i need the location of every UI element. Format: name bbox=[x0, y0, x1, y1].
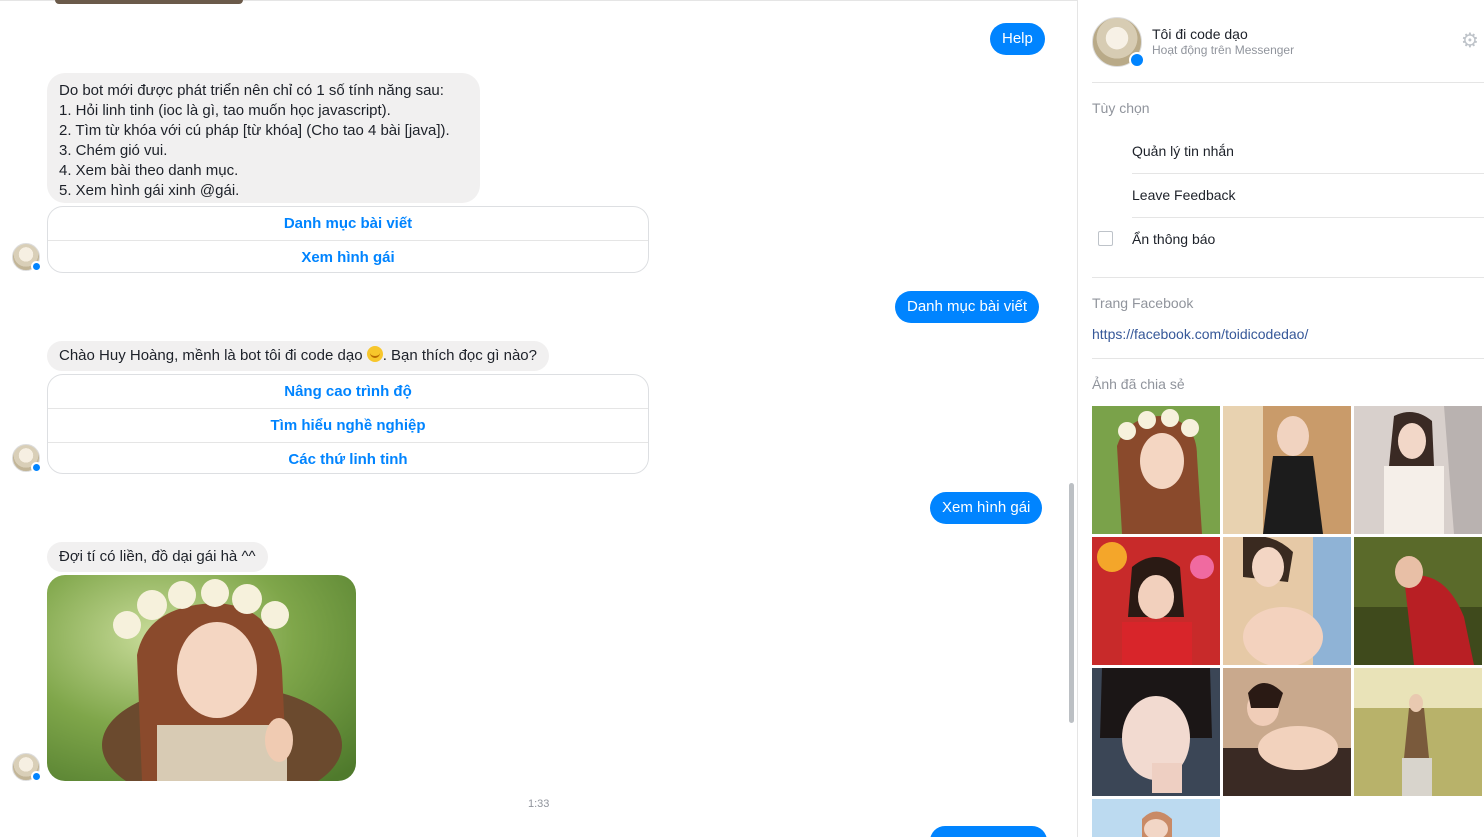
manage-messages-option[interactable]: Quản lý tin nhắn bbox=[1132, 143, 1234, 159]
bot-message-wait: Đợi tí có liền, đồ dại gái hà ^^ bbox=[47, 542, 268, 572]
page-status: Hoạt động trên Messenger bbox=[1152, 43, 1295, 57]
greeting-text-end: . Bạn thích đọc gì nào? bbox=[382, 347, 537, 364]
divider bbox=[1132, 173, 1484, 174]
gear-icon[interactable]: ⚙ bbox=[1461, 30, 1483, 52]
messenger-badge-icon bbox=[1129, 52, 1145, 68]
options-label: Tùy chọn bbox=[1092, 100, 1150, 116]
user-message-girls: Xem hình gái bbox=[930, 492, 1043, 524]
photo-girl-flower-crown bbox=[47, 575, 356, 781]
user-message-help: Help bbox=[990, 23, 1045, 55]
mute-notifications-checkbox[interactable] bbox=[1098, 231, 1113, 246]
previous-image-edge[interactable] bbox=[55, 0, 243, 4]
divider bbox=[1092, 82, 1484, 83]
quick-reply-category[interactable]: Danh mục bài viết bbox=[48, 207, 648, 240]
bot-avatar[interactable] bbox=[12, 444, 42, 473]
shared-photo[interactable] bbox=[47, 575, 356, 781]
smile-emoji-icon bbox=[366, 346, 383, 362]
messenger-badge-icon bbox=[31, 771, 42, 782]
divider bbox=[1092, 358, 1484, 359]
bot-avatar[interactable] bbox=[12, 243, 42, 272]
greeting-text: Chào Huy Hoàng, mềnh là bot tôi đi code … bbox=[59, 347, 367, 364]
facebook-page-label: Trang Facebook bbox=[1092, 295, 1194, 311]
shared-photo-thumb[interactable] bbox=[1354, 406, 1482, 534]
shared-photo-thumb[interactable] bbox=[1354, 668, 1482, 796]
quick-replies-1: Danh mục bài viết Xem hình gái bbox=[47, 206, 649, 273]
shared-photo-thumb[interactable] bbox=[1354, 537, 1482, 665]
facebook-page-link[interactable]: https://facebook.com/toidicodedao/ bbox=[1092, 326, 1308, 342]
divider bbox=[1092, 277, 1484, 278]
shared-photo-thumb[interactable] bbox=[1092, 668, 1220, 796]
quick-reply-advance[interactable]: Nâng cao trình độ bbox=[48, 375, 648, 408]
chat-scrollbar[interactable] bbox=[1069, 483, 1074, 723]
user-message-category: Danh mục bài viết bbox=[895, 291, 1040, 323]
shared-photo-thumb[interactable] bbox=[1092, 406, 1220, 534]
leave-feedback-option[interactable]: Leave Feedback bbox=[1132, 187, 1236, 203]
bot-message-intro: Do bot mới được phát triển nên chỉ có 1 … bbox=[47, 73, 480, 203]
chat-pane: Help Do bot mới được phát triển nên chỉ … bbox=[0, 0, 1077, 837]
bot-avatar[interactable] bbox=[12, 753, 42, 782]
messenger-badge-icon bbox=[31, 462, 42, 473]
quick-replies-2: Nâng cao trình độ Tìm hiểu nghề nghiệp C… bbox=[47, 374, 649, 474]
shared-photo-thumb[interactable] bbox=[1223, 668, 1351, 796]
quick-reply-girls[interactable]: Xem hình gái bbox=[48, 240, 648, 272]
shared-photo-thumb[interactable] bbox=[1092, 799, 1220, 837]
shared-photo-thumb[interactable] bbox=[1223, 537, 1351, 665]
info-panel: Tôi đi code dạo Hoạt động trên Messenger… bbox=[1078, 0, 1484, 837]
shared-photo-thumb[interactable] bbox=[1223, 406, 1351, 534]
divider bbox=[1132, 217, 1484, 218]
bot-message-greeting: Chào Huy Hoàng, mềnh là bot tôi đi code … bbox=[47, 341, 549, 371]
user-message-partial bbox=[930, 826, 1047, 837]
quick-reply-career[interactable]: Tìm hiểu nghề nghiệp bbox=[48, 408, 648, 442]
quick-reply-misc[interactable]: Các thứ linh tinh bbox=[48, 442, 648, 473]
shared-photos-label: Ảnh đã chia sẻ bbox=[1092, 376, 1185, 392]
message-timestamp: 1:33 bbox=[528, 798, 550, 810]
messenger-badge-icon bbox=[31, 261, 42, 272]
page-name[interactable]: Tôi đi code dạo bbox=[1152, 26, 1248, 42]
shared-photo-thumb[interactable] bbox=[1092, 537, 1220, 665]
mute-notifications-label[interactable]: Ẩn thông báo bbox=[1132, 231, 1215, 247]
